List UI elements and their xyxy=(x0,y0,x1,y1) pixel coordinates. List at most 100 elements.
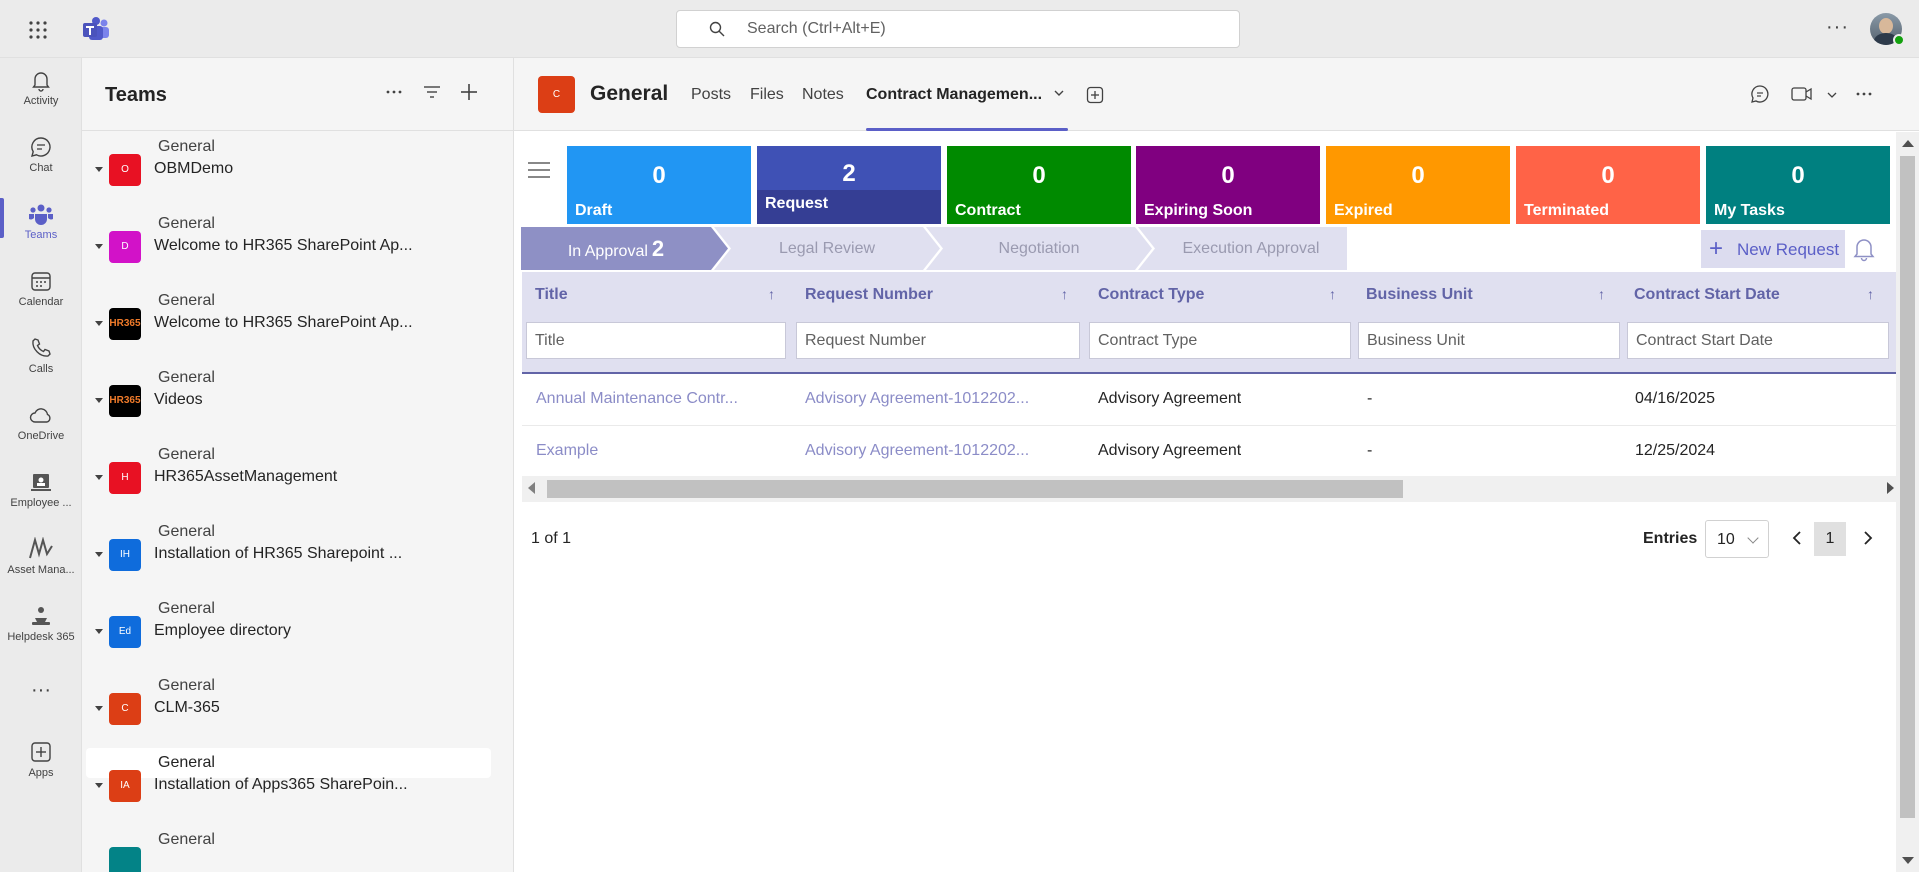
caret-down-icon[interactable] xyxy=(95,167,103,172)
previous-page-icon[interactable] xyxy=(1791,530,1805,551)
rail-item-asset[interactable]: Asset Mana... xyxy=(0,537,82,597)
chevron-down-icon[interactable] xyxy=(1052,86,1066,105)
step-execution-approval[interactable]: Execution Approval xyxy=(1150,227,1352,270)
filter-contract-start-date-input[interactable] xyxy=(1627,322,1889,359)
sort-arrow-icon[interactable]: ↑ xyxy=(1061,286,1068,302)
filter-title-input[interactable] xyxy=(526,322,786,359)
team-item[interactable]: O OBMDemo xyxy=(82,150,513,190)
next-page-icon[interactable] xyxy=(1860,530,1874,551)
current-page-button[interactable]: 1 xyxy=(1814,522,1846,556)
caret-down-icon[interactable] xyxy=(95,552,103,557)
stat-card-contract[interactable]: 0 Contract xyxy=(947,146,1131,224)
search-box[interactable] xyxy=(676,10,1240,48)
scroll-left-icon[interactable] xyxy=(528,482,535,494)
rail-item-teams[interactable]: Teams xyxy=(0,202,82,262)
filter-request-number-input[interactable] xyxy=(796,322,1080,359)
column-header-request-number[interactable]: Request Number xyxy=(805,286,933,304)
caret-down-icon[interactable] xyxy=(95,706,103,711)
table-row[interactable]: Annual Maintenance Contr... Advisory Agr… xyxy=(522,374,1900,426)
entries-select[interactable]: 10 xyxy=(1705,520,1769,558)
tab-posts[interactable]: Posts xyxy=(691,86,731,104)
scrollbar-thumb[interactable] xyxy=(547,480,1403,498)
cell-request-number-link[interactable]: Advisory Agreement-1012202... xyxy=(805,442,1075,460)
vertical-scrollbar[interactable] xyxy=(1896,132,1919,872)
team-item[interactable]: Ed Employee directory xyxy=(82,612,513,652)
more-options-icon[interactable] xyxy=(1854,84,1874,109)
rail-item-more[interactable]: ··· xyxy=(0,676,82,736)
stat-card-draft[interactable]: 0 Draft xyxy=(567,146,751,224)
add-icon[interactable] xyxy=(459,82,479,107)
stat-label: Contract xyxy=(955,202,1021,219)
filter-icon[interactable] xyxy=(422,82,442,107)
filter-contract-type-input[interactable] xyxy=(1089,322,1351,359)
team-name: OBMDemo xyxy=(154,160,234,177)
rail-item-onedrive[interactable]: OneDrive xyxy=(0,403,82,463)
tab-files[interactable]: Files xyxy=(750,86,784,104)
rail-item-chat[interactable]: Chat xyxy=(0,135,82,195)
step-negotiation[interactable]: Negotiation xyxy=(938,227,1140,270)
video-call-icon[interactable] xyxy=(1791,84,1813,109)
stat-card-request[interactable]: 2 Request xyxy=(757,146,941,224)
sort-arrow-icon[interactable]: ↑ xyxy=(1867,286,1874,302)
search-input[interactable] xyxy=(747,11,1227,47)
caret-down-icon[interactable] xyxy=(95,475,103,480)
rail-item-activity[interactable]: Activity xyxy=(0,68,82,128)
stat-card-terminated[interactable]: 0 Terminated xyxy=(1516,146,1700,224)
more-options-icon[interactable]: ··· xyxy=(1826,16,1849,39)
column-header-business-unit[interactable]: Business Unit xyxy=(1366,286,1473,304)
team-item[interactable]: C CLM-365 xyxy=(82,689,513,729)
caret-down-icon[interactable] xyxy=(95,398,103,403)
team-item[interactable]: IH Installation of HR365 Sharepoint ... xyxy=(82,535,513,575)
caret-down-icon[interactable] xyxy=(95,783,103,788)
column-header-title[interactable]: Title xyxy=(535,286,568,304)
stat-card-my-tasks[interactable]: 0 My Tasks xyxy=(1706,146,1890,224)
sort-arrow-icon[interactable]: ↑ xyxy=(1598,286,1605,302)
stat-card-expired[interactable]: 0 Expired xyxy=(1326,146,1510,224)
cell-title-link[interactable]: Annual Maintenance Contr... xyxy=(536,390,786,408)
rail-item-calls[interactable]: Calls xyxy=(0,336,82,396)
new-request-button[interactable]: + New Request xyxy=(1701,230,1845,268)
team-item[interactable]: H HR365AssetManagement xyxy=(82,458,513,498)
more-options-icon[interactable] xyxy=(384,82,404,107)
rail-item-helpdesk[interactable]: Helpdesk 365 xyxy=(0,604,82,664)
chevron-down-icon[interactable] xyxy=(1826,88,1838,106)
team-item[interactable]: HR365 Videos xyxy=(82,381,513,421)
app-launcher-icon[interactable] xyxy=(28,20,52,39)
sort-arrow-icon[interactable]: ↑ xyxy=(1329,286,1336,302)
table-row[interactable]: Example Advisory Agreement-1012202... Ad… xyxy=(522,426,1900,478)
tab-contract-management[interactable]: Contract Managemen... xyxy=(866,86,1042,104)
team-item[interactable]: IA Installation of Apps365 SharePoin... xyxy=(82,766,513,806)
add-tab-icon[interactable] xyxy=(1086,86,1104,109)
hamburger-menu-icon[interactable] xyxy=(527,160,551,185)
caret-down-icon[interactable] xyxy=(95,629,103,634)
team-item[interactable] xyxy=(82,843,513,872)
step-legal-review[interactable]: Legal Review xyxy=(726,227,928,270)
team-avatar: Ed xyxy=(109,616,141,648)
stat-card-expiring-soon[interactable]: 0 Expiring Soon xyxy=(1136,146,1320,224)
notification-bell-icon[interactable] xyxy=(1852,236,1876,267)
column-header-contract-start-date[interactable]: Contract Start Date xyxy=(1634,286,1780,304)
scrollbar-thumb[interactable] xyxy=(1900,156,1915,818)
step-in-approval[interactable]: In Approval 2 xyxy=(521,227,711,270)
scroll-down-icon[interactable] xyxy=(1902,857,1914,864)
cell-request-number-link[interactable]: Advisory Agreement-1012202... xyxy=(805,390,1075,408)
sort-arrow-icon[interactable]: ↑ xyxy=(768,286,775,302)
calendar-icon xyxy=(31,272,51,291)
rail-item-employee[interactable]: Employee ... xyxy=(0,470,82,530)
scroll-up-icon[interactable] xyxy=(1902,140,1914,147)
rail-item-calendar[interactable]: Calendar xyxy=(0,269,82,329)
caret-down-icon[interactable] xyxy=(95,321,103,326)
rail-item-apps[interactable]: Apps xyxy=(0,740,82,800)
conversation-icon[interactable] xyxy=(1750,84,1770,109)
scroll-right-icon[interactable] xyxy=(1887,482,1894,494)
team-item[interactable]: HR365 Welcome to HR365 SharePoint Ap... xyxy=(82,304,513,344)
caret-down-icon[interactable] xyxy=(95,244,103,249)
team-item[interactable]: D Welcome to HR365 SharePoint Ap... xyxy=(82,227,513,267)
horizontal-scrollbar[interactable] xyxy=(522,476,1900,502)
tab-notes[interactable]: Notes xyxy=(802,86,844,104)
filter-business-unit-input[interactable] xyxy=(1358,322,1620,359)
stat-value: 2 xyxy=(842,160,856,187)
cell-title-link[interactable]: Example xyxy=(536,442,786,460)
cell-business-unit: - xyxy=(1367,442,1373,459)
column-header-contract-type[interactable]: Contract Type xyxy=(1098,286,1204,304)
